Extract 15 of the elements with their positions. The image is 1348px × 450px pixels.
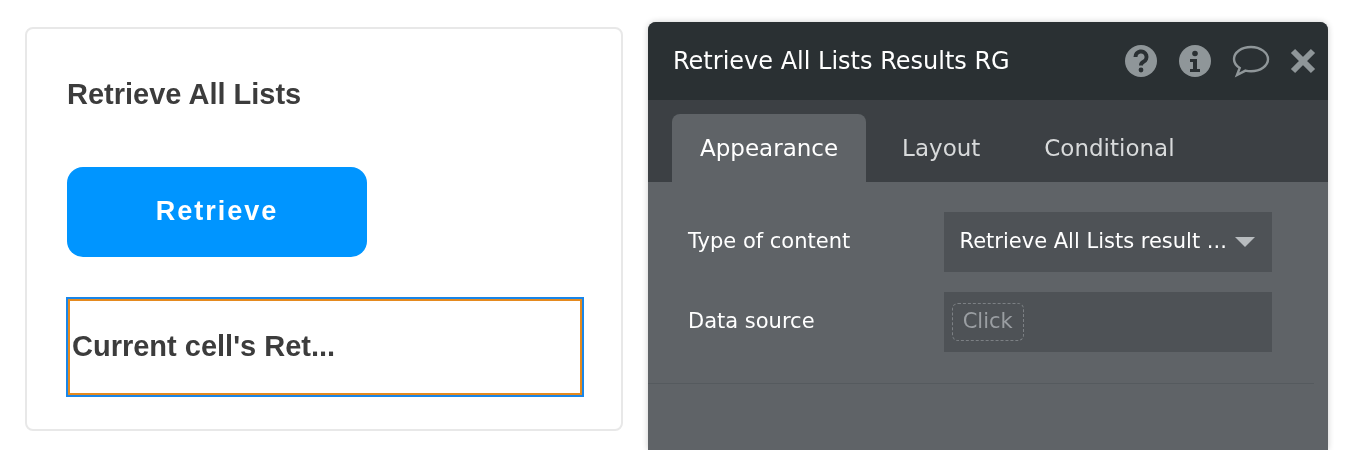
close-icon[interactable] (1290, 48, 1316, 74)
panel-tab[interactable]: Layout (874, 114, 1009, 182)
panel-tab[interactable]: Appearance (672, 114, 867, 182)
caret-icon (1234, 237, 1255, 247)
field-label: Type of content (688, 228, 852, 256)
panel-tab[interactable]: Conditional (1016, 114, 1203, 182)
comment-icon[interactable] (1232, 44, 1270, 78)
content-type-dropdown[interactable]: Retrieve All Lists result ... (943, 212, 1272, 272)
info-icon[interactable] (1178, 44, 1212, 78)
repeating-group-cell[interactable]: Current cell's Ret... (66, 296, 584, 397)
help-icon[interactable] (1124, 44, 1158, 78)
cell-text: Current cell's Ret... (71, 328, 336, 364)
card-title: Retrieve All Lists (67, 77, 303, 112)
field-label: Data source (688, 308, 816, 336)
panel-title: Retrieve All Lists Results RG (673, 46, 1011, 77)
